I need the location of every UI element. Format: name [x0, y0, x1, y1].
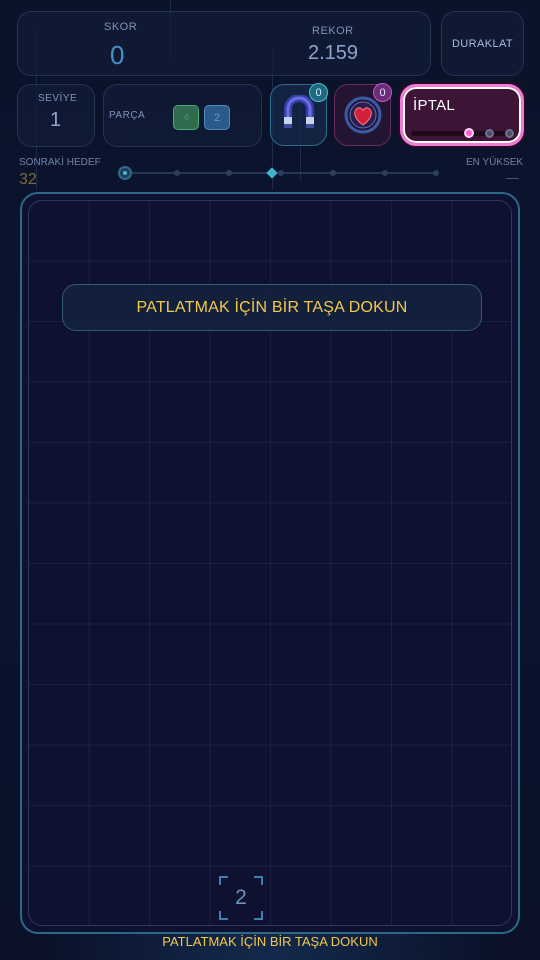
next-tile-value: 2: [235, 886, 247, 909]
level-panel: SEVİYE 1: [17, 84, 95, 147]
next-target-label: SONRAKİ HEDEF: [19, 157, 101, 168]
next-target-value: 32: [19, 171, 37, 188]
score-panel: SKOR 0 REKOR 2.159: [17, 11, 431, 76]
hint-banner: PATLATMAK İÇİN BİR TAŞA DOKUN: [62, 284, 482, 331]
cancel-step-dot: [505, 129, 514, 138]
record-value: 2.159: [308, 42, 359, 64]
magnet-icon: [283, 95, 314, 128]
pause-button[interactable]: DURAKLAT: [441, 11, 524, 76]
footer-hint: PATLATMAK İÇİN BİR TAŞA DOKUN: [162, 934, 378, 949]
cancel-button[interactable]: İPTAL: [400, 84, 524, 146]
part-tile: 2: [204, 105, 230, 130]
progress-tick: [226, 170, 232, 176]
level-value: 1: [50, 109, 62, 131]
parts-label: PARÇA: [109, 110, 146, 121]
part-tile: 4: [173, 105, 199, 130]
heart-powerup-button[interactable]: 0: [334, 83, 392, 146]
cancel-button-label: İPTAL: [413, 97, 456, 114]
magnet-powerup-button[interactable]: 0: [270, 83, 328, 146]
progress-tick: [382, 170, 388, 176]
parts-panel: PARÇA 4 2: [103, 84, 262, 147]
next-tile-preview: 2: [219, 876, 263, 920]
progress-marker: [266, 167, 278, 179]
progress-tick: [330, 170, 336, 176]
progress-start-node: [118, 166, 132, 180]
magnet-count-badge: 0: [309, 83, 328, 102]
score-value: 0: [110, 40, 125, 70]
game-board[interactable]: PATLATMAK İÇİN BİR TAŞA DOKUN 2: [20, 192, 520, 934]
corner-bracket: [219, 911, 228, 920]
highest-value: —: [506, 170, 519, 185]
cancel-step-dot: [485, 129, 494, 138]
heart-count-badge: 0: [373, 83, 392, 102]
progress-tick: [278, 170, 284, 176]
progress-tick: [174, 170, 180, 176]
corner-bracket: [219, 876, 228, 885]
score-label: SKOR: [104, 21, 138, 33]
record-label: REKOR: [312, 25, 354, 37]
cancel-step-dot-active: [464, 128, 474, 138]
level-label: SEVİYE: [38, 93, 78, 104]
corner-bracket: [254, 911, 263, 920]
highest-label: EN YÜKSEK: [466, 157, 524, 168]
corner-bracket: [254, 876, 263, 885]
cancel-progress-track: [411, 131, 515, 136]
pause-button-label: DURAKLAT: [451, 37, 514, 50]
progress-tick: [433, 170, 439, 176]
